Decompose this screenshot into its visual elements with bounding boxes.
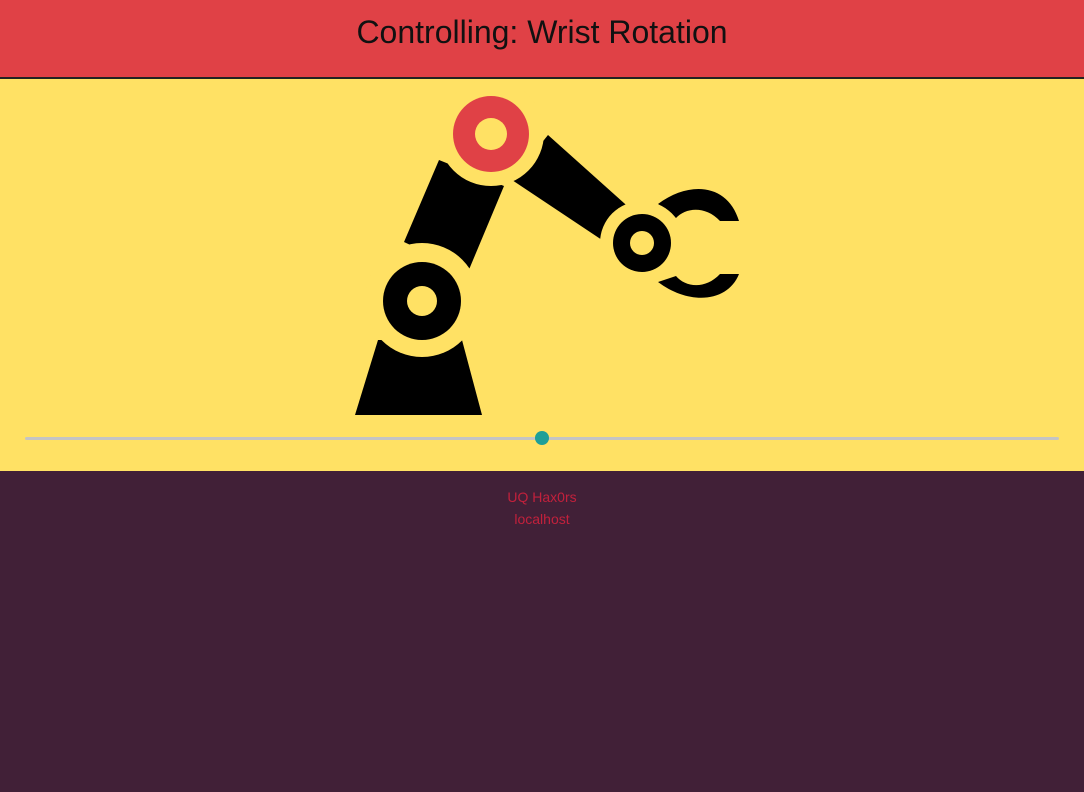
footer: UQ Hax0rs localhost [0,486,1084,530]
page: Controlling: Wrist Rotation UQ Hax0rs lo… [0,0,1084,792]
control-panel [0,79,1084,471]
elbow-joint-hole [475,118,507,150]
slider-thumb[interactable] [535,431,549,445]
page-title: Controlling: Wrist Rotation [356,14,728,50]
base-joint-hole [407,286,437,316]
header-bar: Controlling: Wrist Rotation [0,0,1084,79]
robotic-arm-icon [355,80,739,415]
footer-team-name: UQ Hax0rs [507,489,577,505]
wrist-joint-hole [630,231,654,255]
gripper-lower-claw [658,274,739,298]
footer-host: localhost [514,511,570,527]
wrist-rotation-slider[interactable] [25,431,1059,447]
